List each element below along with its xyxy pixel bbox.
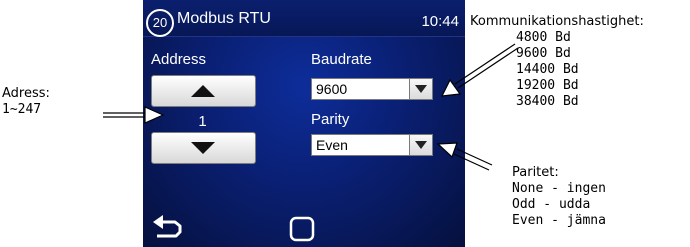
callout-arrows [103,43,519,171]
baudrate-pointer-arrow [440,43,519,97]
parity-pointer-arrow [436,142,493,171]
address-pointer-arrow [103,106,165,124]
